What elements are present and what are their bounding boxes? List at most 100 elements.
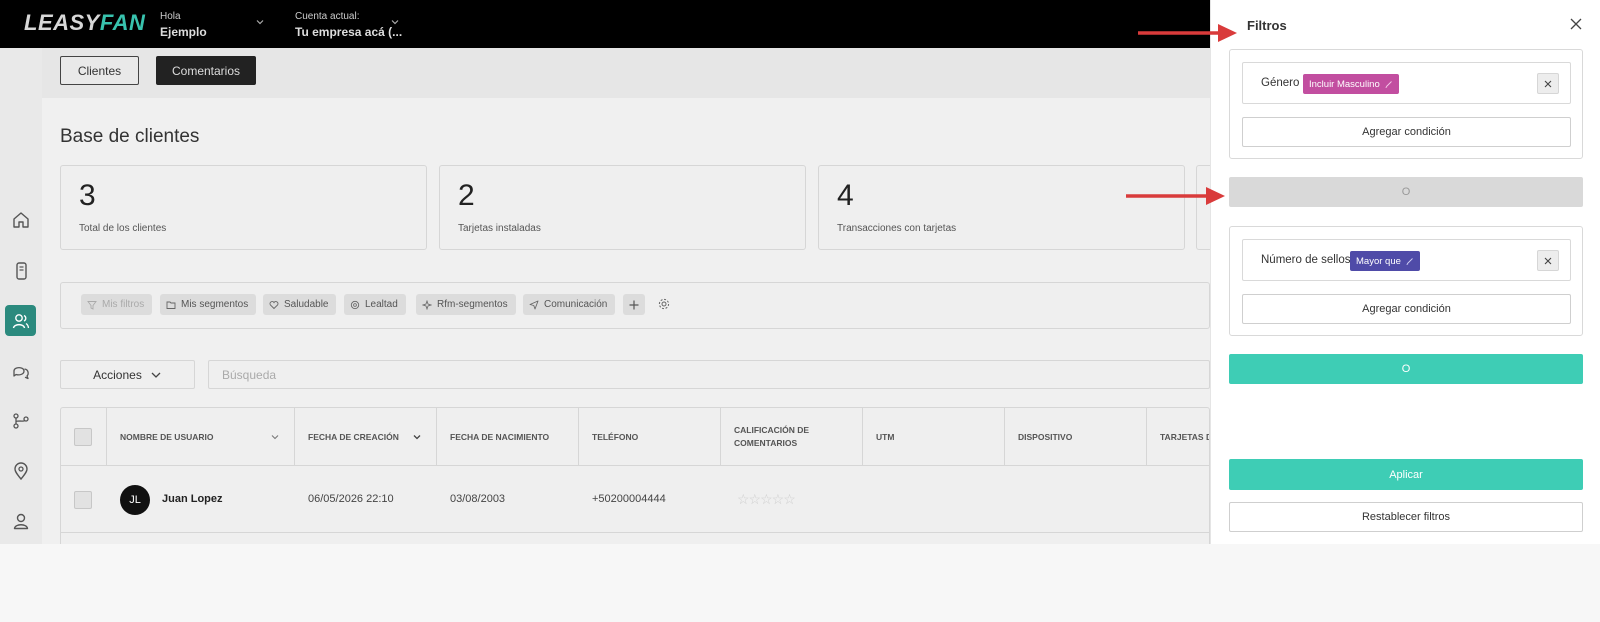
chip-communication[interactable]: Comunicación: [523, 294, 616, 315]
pill-label: Incluir Masculino: [1309, 78, 1380, 90]
table-row[interactable]: JL Juan Lopez 06/05/2026 22:10 03/08/200…: [61, 467, 1209, 533]
chip-my-filters[interactable]: Mis filtros: [81, 294, 153, 315]
chip-loyalty[interactable]: Lealtad: [344, 294, 406, 315]
column-header-username[interactable]: NOMBRE DE USUARIO: [107, 408, 295, 466]
card-device-icon: [15, 261, 27, 280]
column-header-device[interactable]: DISPOSITIVO: [1005, 408, 1147, 466]
chip-label: Saludable: [284, 299, 329, 310]
reset-filters-button[interactable]: Restablecer filtros: [1229, 502, 1583, 532]
avatar: JL: [120, 485, 150, 515]
remove-condition-button[interactable]: [1537, 250, 1559, 271]
logo-text-part1: LEASY: [24, 10, 100, 35]
chevron-down-icon[interactable]: [255, 17, 265, 27]
filter-group-1: Género Incluir Masculino Agregar condici…: [1229, 49, 1583, 159]
chevron-down-icon[interactable]: [390, 17, 400, 27]
chat-icon: [12, 366, 29, 379]
column-header-utm[interactable]: UTM: [863, 408, 1005, 466]
select-all-checkbox[interactable]: [74, 428, 92, 446]
tab-clients[interactable]: Clientes: [60, 56, 139, 85]
chevron-down-icon: [413, 435, 421, 440]
column-header-phone[interactable]: TELÉFONO: [579, 408, 721, 466]
account-label: Cuenta actual:: [295, 11, 360, 22]
edit-icon: [1385, 81, 1392, 88]
annotation-arrow-icon: [1138, 24, 1237, 42]
sparkle-icon: [422, 299, 432, 310]
column-header-birthdate[interactable]: FECHA DE NACIMIENTO: [437, 408, 579, 466]
greeting-name[interactable]: Ejemplo: [160, 25, 207, 39]
cell-phone: +50200004444: [592, 493, 666, 505]
cell-birthdate: 03/08/2003: [450, 493, 506, 505]
column-label: DISPOSITIVO: [1018, 431, 1073, 442]
chip-my-segments[interactable]: Mis segmentos: [160, 294, 257, 315]
sidebar-item-clients[interactable]: [5, 305, 36, 336]
sidebar-item-profile[interactable]: [5, 505, 36, 536]
column-label: FECHA DE CREACIÓN: [308, 431, 399, 442]
stat-label: Total de los clientes: [79, 223, 167, 234]
rating-stars: ☆☆☆☆☆: [737, 491, 796, 507]
actions-dropdown[interactable]: Acciones: [60, 360, 195, 389]
actions-label: Acciones: [93, 367, 142, 382]
filters-panel: Filtros Género Incluir Masculino Agregar…: [1210, 0, 1600, 544]
condition-value-pill[interactable]: Incluir Masculino: [1303, 74, 1399, 94]
account-name[interactable]: Tu empresa acá (...: [295, 25, 402, 39]
filter-group-2: Número de sellos Mayor que Agregar condi…: [1229, 226, 1583, 336]
sidebar-item-comments[interactable]: [5, 355, 36, 386]
gear-icon[interactable]: [657, 297, 671, 311]
segment-filters-bar: Mis filtros Mis segmentos Saludable Leal…: [60, 282, 1210, 329]
tab-bar: Clientes Comentarios: [42, 48, 1210, 98]
cell-username[interactable]: Juan Lopez: [162, 493, 223, 505]
stat-value: 3: [79, 179, 96, 212]
stat-value: 4: [837, 179, 854, 212]
add-segment-button[interactable]: [623, 294, 645, 315]
filter-condition[interactable]: Género Incluir Masculino: [1242, 62, 1571, 104]
filter-condition[interactable]: Número de sellos Mayor que: [1242, 239, 1571, 281]
chip-label: Mis filtros: [102, 299, 145, 310]
column-label: CALIFICACIÓN DE COMENTARIOS: [734, 425, 810, 448]
chevron-down-icon: [271, 435, 279, 440]
users-icon: [12, 313, 29, 328]
close-icon: [1544, 80, 1552, 87]
sidebar-item-cards[interactable]: [5, 255, 36, 286]
chip-rfm-segments[interactable]: Rfm-segmentos: [416, 294, 516, 315]
circle-icon: [350, 300, 360, 309]
page-title: Base de clientes: [60, 126, 200, 147]
add-condition-button[interactable]: Agregar condición: [1242, 117, 1571, 147]
greeting-label: Hola: [160, 11, 181, 22]
chip-label: Lealtad: [365, 299, 398, 310]
user-icon: [13, 513, 28, 529]
column-header-created[interactable]: FECHA DE CREACIÓN: [295, 408, 437, 466]
search-input[interactable]: Búsqueda: [208, 360, 1210, 389]
column-header-rating[interactable]: CALIFICACIÓN DE COMENTARIOS: [721, 408, 863, 466]
stat-card-total-clients: 3 Total de los clientes: [60, 165, 427, 250]
app-background: LEASYFAN Hola Ejemplo Cuenta actual: Tu …: [0, 0, 1210, 544]
sidebar-item-home[interactable]: [5, 204, 36, 235]
close-icon: [1544, 257, 1552, 264]
row-checkbox[interactable]: [74, 491, 92, 509]
folder-icon: [166, 301, 176, 309]
cell-created: 06/05/2026 22:10: [308, 493, 394, 505]
apply-button[interactable]: Aplicar: [1229, 459, 1583, 490]
close-icon[interactable]: [1569, 17, 1583, 31]
location-pin-icon: [13, 461, 28, 480]
table-header: NOMBRE DE USUARIO FECHA DE CREACIÓN FECH…: [61, 408, 1209, 466]
sidebar-item-locations[interactable]: [5, 455, 36, 486]
annotation-arrow-icon: [1126, 187, 1225, 205]
sidebar-item-flows[interactable]: [5, 405, 36, 436]
add-condition-button[interactable]: Agregar condición: [1242, 294, 1571, 324]
pill-label: Mayor que: [1356, 255, 1401, 267]
heart-icon: [269, 300, 279, 309]
condition-value-pill[interactable]: Mayor que: [1350, 251, 1420, 271]
flow-icon: [12, 412, 29, 429]
chevron-down-icon: [151, 372, 161, 378]
chip-healthy[interactable]: Saludable: [263, 294, 337, 315]
plus-icon: [629, 300, 639, 309]
app-logo[interactable]: LEASYFAN: [24, 10, 145, 36]
or-separator: O: [1229, 177, 1583, 207]
remove-condition-button[interactable]: [1537, 73, 1559, 94]
column-label: UTM: [876, 431, 895, 442]
add-or-group-button[interactable]: O: [1229, 354, 1583, 384]
column-header-cards[interactable]: TARJETAS D: [1147, 408, 1209, 466]
tab-comments[interactable]: Comentarios: [156, 56, 256, 85]
clients-table: NOMBRE DE USUARIO FECHA DE CREACIÓN FECH…: [60, 407, 1210, 544]
panel-title: Filtros: [1247, 18, 1287, 33]
